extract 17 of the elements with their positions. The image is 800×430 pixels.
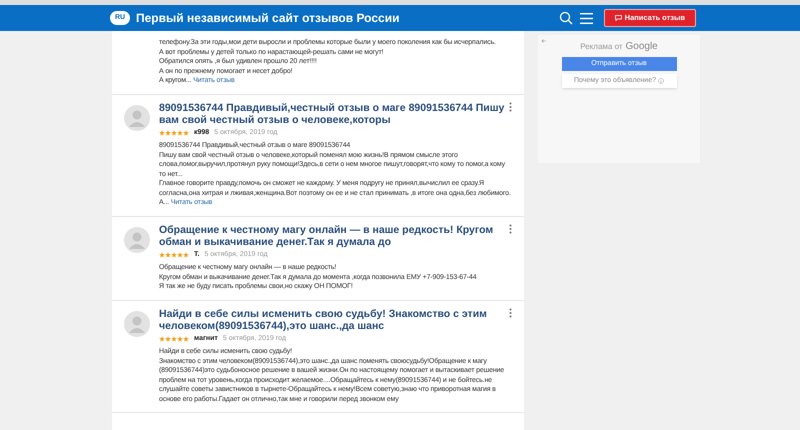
review-title[interactable]: Найди в себе силы исменить свою судьбу! Знакомство с этим человеком(89091536744),это шанс.,да шанс bbox=[159, 308, 505, 332]
avatar-icon bbox=[124, 310, 150, 336]
more-options-icon[interactable] bbox=[509, 102, 512, 112]
more-options-icon[interactable] bbox=[509, 308, 512, 318]
site-title[interactable]: Первый независимый сайт отзывов России bbox=[136, 9, 400, 27]
more-options-icon[interactable] bbox=[509, 224, 512, 234]
ad-label: Реклама от bbox=[580, 41, 622, 53]
menu-icon[interactable] bbox=[580, 12, 593, 24]
avatar-icon bbox=[124, 104, 150, 130]
back-arrow-icon[interactable] bbox=[541, 39, 546, 43]
search-icon[interactable] bbox=[558, 11, 573, 25]
avatar-icon bbox=[124, 226, 150, 252]
review-title[interactable]: Обращение к честному магу онлайн — в наше редкость! Кругом обман и выкачивание денег.Так я думала до bbox=[159, 224, 505, 248]
review-title[interactable]: 89091536744 Правдивый,честный отзыв о маге 89091536744 Пишу вам свой честный отзыв о человеке,которы bbox=[159, 102, 505, 126]
ad-brand: Google bbox=[626, 40, 658, 54]
speech-bubble-icon bbox=[614, 15, 622, 21]
info-icon bbox=[658, 78, 664, 84]
